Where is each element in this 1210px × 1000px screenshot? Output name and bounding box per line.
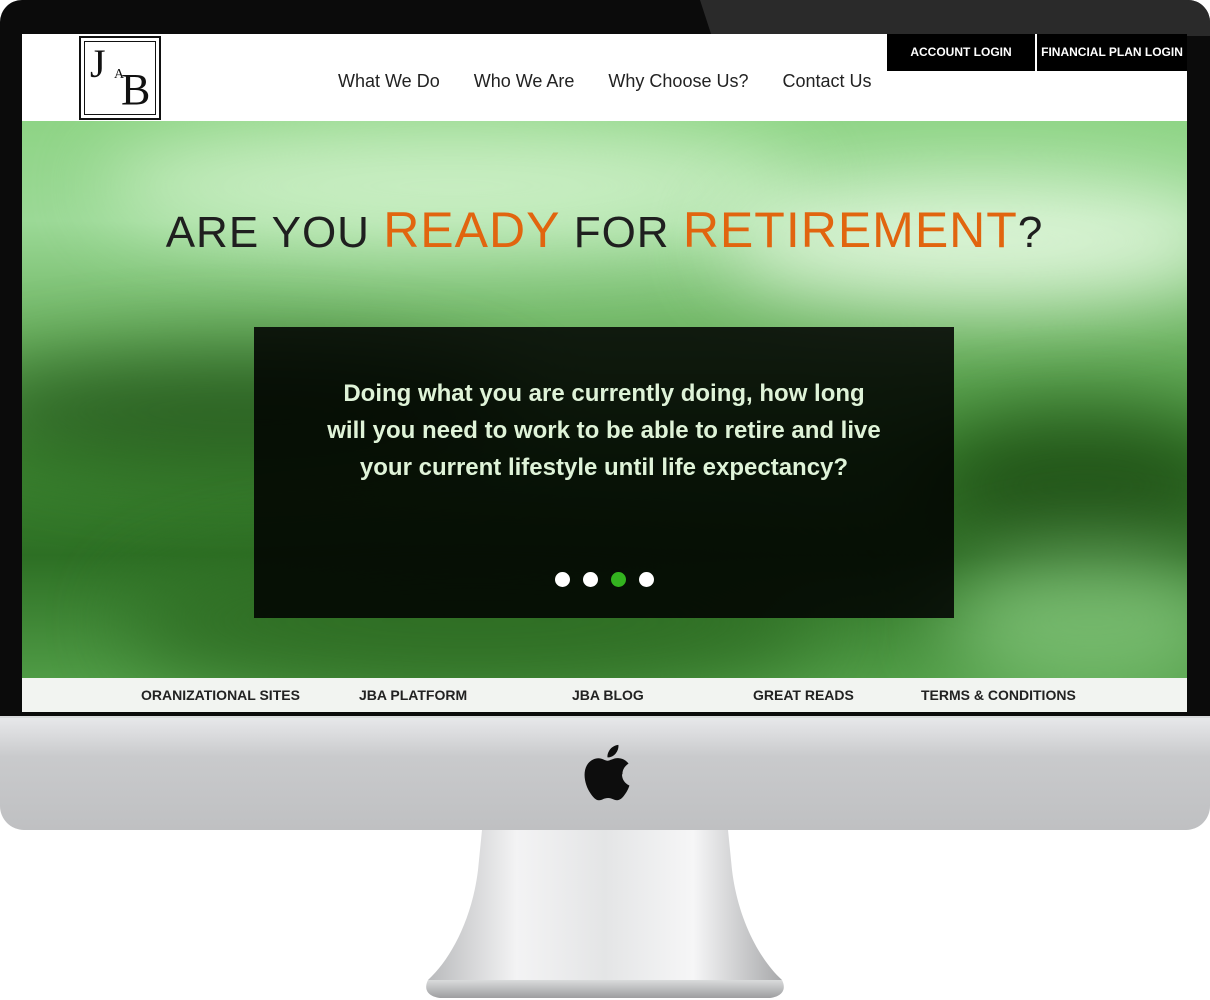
imac-monitor: J A B What We Do Who We Are Why Choose U…	[0, 0, 1210, 830]
logo-letter-b: B	[121, 65, 151, 114]
headline-accent-retirement: RETIREMENT	[682, 202, 1018, 258]
nav-who-we-are[interactable]: Who We Are	[474, 71, 575, 92]
slider-quote-text: Doing what you are currently doing, how …	[327, 380, 881, 481]
hero-banner: ARE YOU READY FOR RETIREMENT? Doing what…	[22, 121, 1187, 678]
footer-nav: ORANIZATIONAL SITES JBA PLATFORM JBA BLO…	[22, 678, 1187, 712]
nav-contact-us[interactable]: Contact Us	[782, 71, 871, 92]
hero-background-shadow	[922, 411, 1187, 561]
logo-letter-j: J	[90, 41, 106, 86]
slider-dot-3[interactable]	[610, 572, 626, 587]
nav-what-we-do[interactable]: What We Do	[338, 71, 440, 92]
slider-dot-2[interactable]	[582, 572, 598, 587]
account-login-button[interactable]: ACCOUNT LOGIN	[885, 34, 1035, 71]
footer-link-great-reads[interactable]: GREAT READS	[753, 687, 854, 703]
nav-why-choose-us[interactable]: Why Choose Us?	[608, 71, 748, 92]
hero-headline: ARE YOU READY FOR RETIREMENT?	[22, 201, 1187, 259]
headline-question-mark: ?	[1017, 208, 1044, 257]
headline-text: ARE YOU	[165, 208, 370, 257]
slider-pagination	[254, 572, 954, 587]
login-buttons: ACCOUNT LOGIN FINANCIAL PLAN LOGIN	[885, 34, 1187, 71]
slider-dot-1[interactable]	[554, 572, 570, 587]
slider-quote-box: Doing what you are currently doing, how …	[254, 327, 954, 618]
financial-plan-login-button[interactable]: FINANCIAL PLAN LOGIN	[1035, 34, 1187, 71]
jba-logo[interactable]: J A B	[79, 36, 161, 120]
bezel-gloss	[700, 0, 1210, 36]
headline-accent-ready: READY	[383, 202, 561, 258]
slider-dot-4[interactable]	[638, 572, 654, 587]
website-screen: J A B What We Do Who We Are Why Choose U…	[22, 34, 1187, 712]
footer-link-jba-platform[interactable]: JBA PLATFORM	[359, 687, 467, 703]
monitor-stand	[426, 830, 784, 998]
site-header: J A B What We Do Who We Are Why Choose U…	[22, 34, 1187, 121]
apple-logo-icon	[584, 744, 630, 801]
footer-link-terms-conditions[interactable]: TERMS & CONDITIONS	[921, 687, 1076, 703]
footer-link-organizational-sites[interactable]: ORANIZATIONAL SITES	[141, 687, 300, 703]
hero-background-highlight	[942, 551, 1187, 678]
main-nav: What We Do Who We Are Why Choose Us? Con…	[338, 71, 906, 92]
footer-link-jba-blog[interactable]: JBA BLOG	[572, 687, 644, 703]
headline-text: FOR	[573, 208, 670, 257]
